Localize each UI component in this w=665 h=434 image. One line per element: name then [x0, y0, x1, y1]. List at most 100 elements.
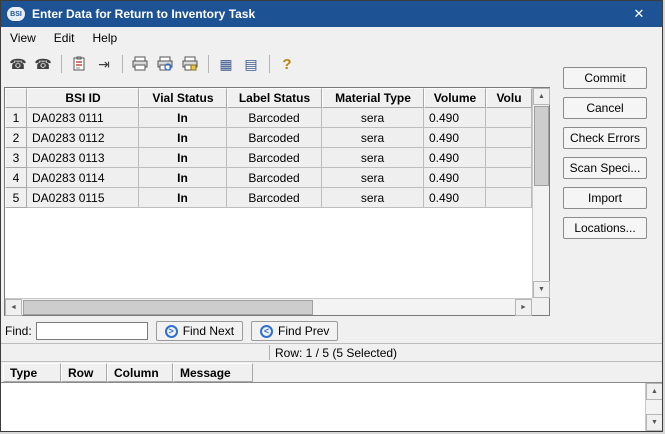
- cell-bsi-id[interactable]: DA0283 0113: [27, 148, 139, 168]
- cell-label-status[interactable]: Barcoded: [227, 168, 322, 188]
- col-header-material-type[interactable]: Material Type: [322, 88, 424, 108]
- cell-volume2[interactable]: [486, 188, 532, 208]
- fill-column-icon[interactable]: ⇥: [92, 52, 116, 76]
- col-header-volume[interactable]: Volume: [424, 88, 486, 108]
- grid-horizontal-scrollbar[interactable]: ◄ ►: [5, 298, 532, 316]
- print-icon[interactable]: [128, 52, 152, 76]
- error-table-header: Type Row Column Message: [3, 363, 253, 382]
- app-icon: BSI: [7, 7, 25, 21]
- error-list-body: ▲ ▼: [1, 382, 662, 431]
- scroll-left-icon[interactable]: ◄: [5, 299, 22, 316]
- err-col-message[interactable]: Message: [173, 363, 253, 382]
- cell-label-status[interactable]: Barcoded: [227, 148, 322, 168]
- cell-volume[interactable]: 0.490: [424, 128, 486, 148]
- cell-bsi-id[interactable]: DA0283 0112: [27, 128, 139, 148]
- cell-material-type[interactable]: sera: [322, 148, 424, 168]
- table-row[interactable]: 3 DA0283 0113 In Barcoded sera 0.490: [5, 148, 532, 168]
- cell-vial-status[interactable]: In: [139, 108, 227, 128]
- grid-vertical-scrollbar[interactable]: ▲ ▼: [532, 88, 550, 298]
- table-row[interactable]: 1 DA0283 0111 In Barcoded sera 0.490: [5, 108, 532, 128]
- cell-volume[interactable]: 0.490: [424, 168, 486, 188]
- close-icon: ✕: [633, 6, 645, 21]
- specimen-grid: BSI ID Vial Status Label Status Material…: [4, 87, 550, 316]
- import-button[interactable]: Import: [563, 187, 647, 209]
- find-bar: Find: > Find Next < Find Prev: [1, 319, 550, 343]
- corner-header-cell[interactable]: [5, 88, 27, 108]
- col-header-vial-status[interactable]: Vial Status: [139, 88, 227, 108]
- help-glyph: ?: [282, 55, 292, 73]
- grid-view-icon[interactable]: ▦: [214, 52, 238, 76]
- phone-dial-icon[interactable]: ☎: [6, 52, 30, 76]
- table-row[interactable]: 4 DA0283 0114 In Barcoded sera 0.490: [5, 168, 532, 188]
- menu-edit[interactable]: Edit: [45, 29, 84, 47]
- find-next-icon: >: [164, 324, 178, 338]
- cell-vial-status[interactable]: In: [139, 148, 227, 168]
- cell-label-status[interactable]: Barcoded: [227, 128, 322, 148]
- scroll-up-icon[interactable]: ▲: [646, 383, 662, 400]
- error-vertical-scrollbar[interactable]: ▲ ▼: [645, 383, 662, 431]
- find-prev-label: Find Prev: [278, 324, 330, 338]
- close-button[interactable]: ✕: [616, 1, 662, 27]
- col-header-volume2[interactable]: Volu: [486, 88, 532, 108]
- locations-button[interactable]: Locations...: [563, 217, 647, 239]
- cell-vial-status[interactable]: In: [139, 168, 227, 188]
- table-row[interactable]: 2 DA0283 0112 In Barcoded sera 0.490: [5, 128, 532, 148]
- row-number[interactable]: 5: [5, 188, 27, 208]
- row-number[interactable]: 3: [5, 148, 27, 168]
- row-number[interactable]: 4: [5, 168, 27, 188]
- find-prev-button[interactable]: < Find Prev: [251, 321, 339, 341]
- col-header-bsi-id[interactable]: BSI ID: [27, 88, 139, 108]
- cell-label-status[interactable]: Barcoded: [227, 188, 322, 208]
- help-icon[interactable]: ?: [275, 52, 299, 76]
- horizontal-scroll-thumb[interactable]: [23, 300, 313, 315]
- cell-volume[interactable]: 0.490: [424, 108, 486, 128]
- find-input[interactable]: [35, 322, 148, 340]
- menu-view[interactable]: View: [1, 29, 45, 47]
- titlebar: BSI Enter Data for Return to Inventory T…: [1, 1, 662, 27]
- cell-bsi-id[interactable]: DA0283 0114: [27, 168, 139, 188]
- row-number[interactable]: 2: [5, 128, 27, 148]
- phone-answer-icon[interactable]: ☎: [31, 52, 55, 76]
- cell-volume2[interactable]: [486, 148, 532, 168]
- phone-dial-glyph: ☎: [9, 56, 27, 72]
- clipboard-icon: [73, 56, 85, 71]
- table-row[interactable]: 5 DA0283 0115 In Barcoded sera 0.490: [5, 188, 532, 208]
- cell-vial-status[interactable]: In: [139, 188, 227, 208]
- cell-vial-status[interactable]: In: [139, 128, 227, 148]
- col-header-label-status[interactable]: Label Status: [227, 88, 322, 108]
- cell-bsi-id[interactable]: DA0283 0115: [27, 188, 139, 208]
- check-errors-button[interactable]: Check Errors: [563, 127, 647, 149]
- cell-volume2[interactable]: [486, 108, 532, 128]
- scroll-down-icon[interactable]: ▼: [533, 281, 550, 298]
- scroll-right-icon[interactable]: ►: [515, 299, 532, 316]
- cell-volume[interactable]: 0.490: [424, 188, 486, 208]
- cell-volume[interactable]: 0.490: [424, 148, 486, 168]
- cell-label-status[interactable]: Barcoded: [227, 108, 322, 128]
- err-col-column[interactable]: Column: [107, 363, 173, 382]
- cell-material-type[interactable]: sera: [322, 128, 424, 148]
- menu-help[interactable]: Help: [83, 29, 126, 47]
- print-setup-icon[interactable]: [178, 52, 202, 76]
- cancel-button[interactable]: Cancel: [563, 97, 647, 119]
- grid-view-glyph: ▦: [219, 56, 233, 72]
- printer-icon: [132, 56, 148, 71]
- cell-bsi-id[interactable]: DA0283 0111: [27, 108, 139, 128]
- scroll-up-icon[interactable]: ▲: [533, 88, 550, 105]
- err-col-type[interactable]: Type: [3, 363, 61, 382]
- grid-alt-view-icon[interactable]: ▤: [239, 52, 263, 76]
- cell-material-type[interactable]: sera: [322, 108, 424, 128]
- err-col-row[interactable]: Row: [61, 363, 107, 382]
- scan-specimens-button[interactable]: Scan Speci...: [563, 157, 647, 179]
- paste-errors-icon[interactable]: [67, 52, 91, 76]
- scroll-down-icon[interactable]: ▼: [646, 414, 662, 431]
- toolbar-separator: [61, 55, 62, 73]
- cell-material-type[interactable]: sera: [322, 188, 424, 208]
- commit-button[interactable]: Commit: [563, 67, 647, 89]
- print-preview-icon[interactable]: [153, 52, 177, 76]
- cell-material-type[interactable]: sera: [322, 168, 424, 188]
- cell-volume2[interactable]: [486, 168, 532, 188]
- vertical-scroll-thumb[interactable]: [534, 106, 549, 186]
- row-number[interactable]: 1: [5, 108, 27, 128]
- find-next-button[interactable]: > Find Next: [155, 321, 244, 341]
- cell-volume2[interactable]: [486, 128, 532, 148]
